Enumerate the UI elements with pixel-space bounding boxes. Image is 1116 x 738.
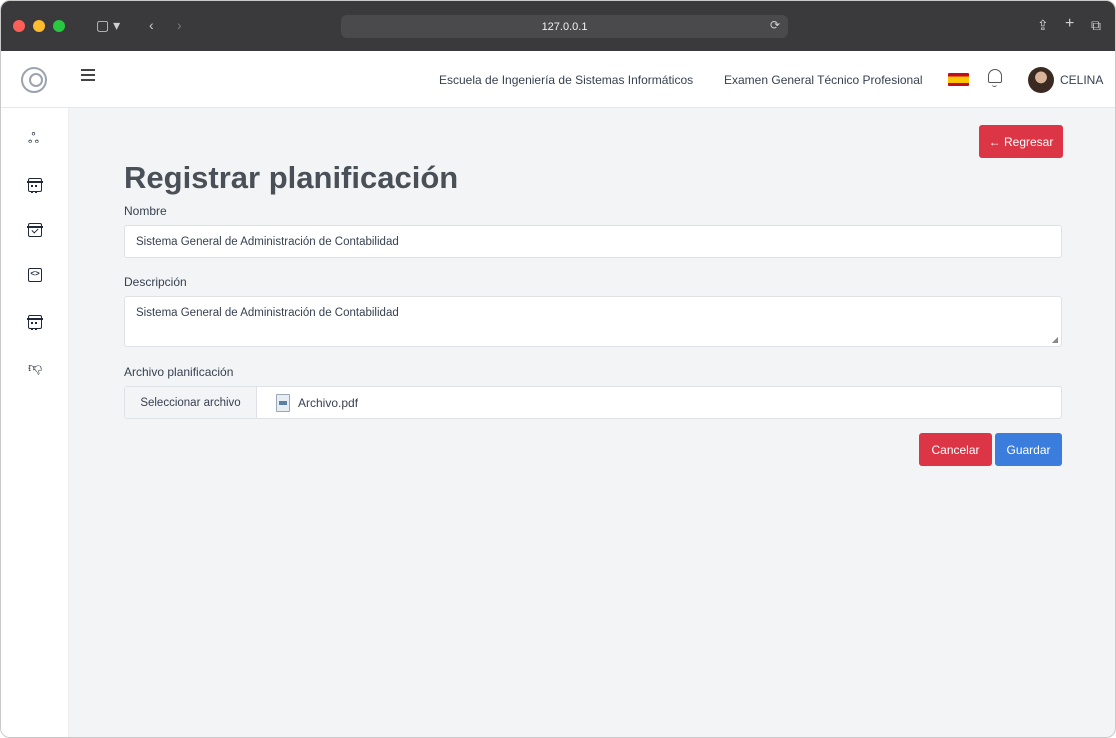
users-icon[interactable]: ஃ: [28, 131, 42, 145]
name-label: Nombre: [124, 204, 167, 218]
forward-arrow-icon[interactable]: ›: [177, 17, 182, 33]
calendar-icon[interactable]: [27, 178, 43, 193]
browser-window: ▢ ▾ ‹ › 127.0.0.1 ⟳ ⇪ + ⧉ Escuela de Ing…: [0, 0, 1116, 738]
url-text: 127.0.0.1: [541, 20, 588, 33]
close-window-button[interactable]: [13, 20, 25, 32]
calendar-check-icon[interactable]: [27, 223, 43, 237]
pdf-file-icon: [276, 394, 290, 412]
select-file-button[interactable]: Seleccionar archivo: [125, 387, 257, 418]
back-button[interactable]: ← Regresar: [979, 125, 1063, 158]
page-title: Registrar planificación: [124, 160, 459, 195]
bell-icon[interactable]: [988, 69, 1002, 87]
browser-toolbar: ▢ ▾ ‹ › 127.0.0.1 ⟳ ⇪ + ⧉: [1, 1, 1115, 51]
nav-link-examen[interactable]: Examen General Técnico Profesional: [724, 73, 923, 87]
save-button[interactable]: Guardar: [995, 433, 1062, 466]
description-field[interactable]: Sistema General de Administración de Con…: [124, 296, 1062, 347]
calendar-icon[interactable]: [27, 315, 43, 330]
avatar[interactable]: [1028, 67, 1054, 93]
resize-handle-icon[interactable]: ◢: [1052, 335, 1058, 344]
file-name: Archivo.pdf: [298, 396, 359, 410]
cancel-button[interactable]: Cancelar: [919, 433, 992, 466]
file-label: Archivo planificación: [124, 365, 234, 379]
main-content: ← Regresar Registrar planificación Nombr…: [69, 108, 1115, 737]
window-controls: [13, 20, 65, 32]
share-icon[interactable]: ⇪: [1037, 17, 1049, 34]
file-input[interactable]: Seleccionar archivo Archivo.pdf: [124, 386, 1062, 419]
logo-icon: [21, 67, 47, 93]
new-tab-icon[interactable]: +: [1065, 15, 1074, 33]
maximize-window-button[interactable]: [53, 20, 65, 32]
name-value: Sistema General de Administración de Con…: [136, 235, 399, 248]
spain-flag-icon[interactable]: [948, 73, 969, 86]
app-header: Escuela de Ingeniería de Sistemas Inform…: [1, 51, 1115, 108]
name-field[interactable]: Sistema General de Administración de Con…: [124, 225, 1062, 258]
menu-toggle-icon[interactable]: [81, 69, 95, 81]
code-icon[interactable]: <>: [28, 268, 42, 282]
thumbs-down-icon[interactable]: 👎︎: [28, 360, 42, 374]
tabs-overview-icon[interactable]: ⧉: [1091, 17, 1101, 34]
description-label: Descripción: [124, 275, 187, 289]
sidebar-toggle-icon[interactable]: ▢ ▾: [96, 17, 120, 34]
nav-link-escuela[interactable]: Escuela de Ingeniería de Sistemas Inform…: [439, 73, 693, 87]
username[interactable]: CELINA: [1060, 73, 1103, 87]
minimize-window-button[interactable]: [33, 20, 45, 32]
reload-icon[interactable]: ⟳: [770, 18, 780, 32]
description-value: Sistema General de Administración de Con…: [136, 307, 399, 319]
sidebar: ஃ <> 👎︎: [1, 108, 69, 737]
back-arrow-icon[interactable]: ‹: [149, 17, 154, 33]
address-bar[interactable]: 127.0.0.1 ⟳: [341, 15, 788, 38]
